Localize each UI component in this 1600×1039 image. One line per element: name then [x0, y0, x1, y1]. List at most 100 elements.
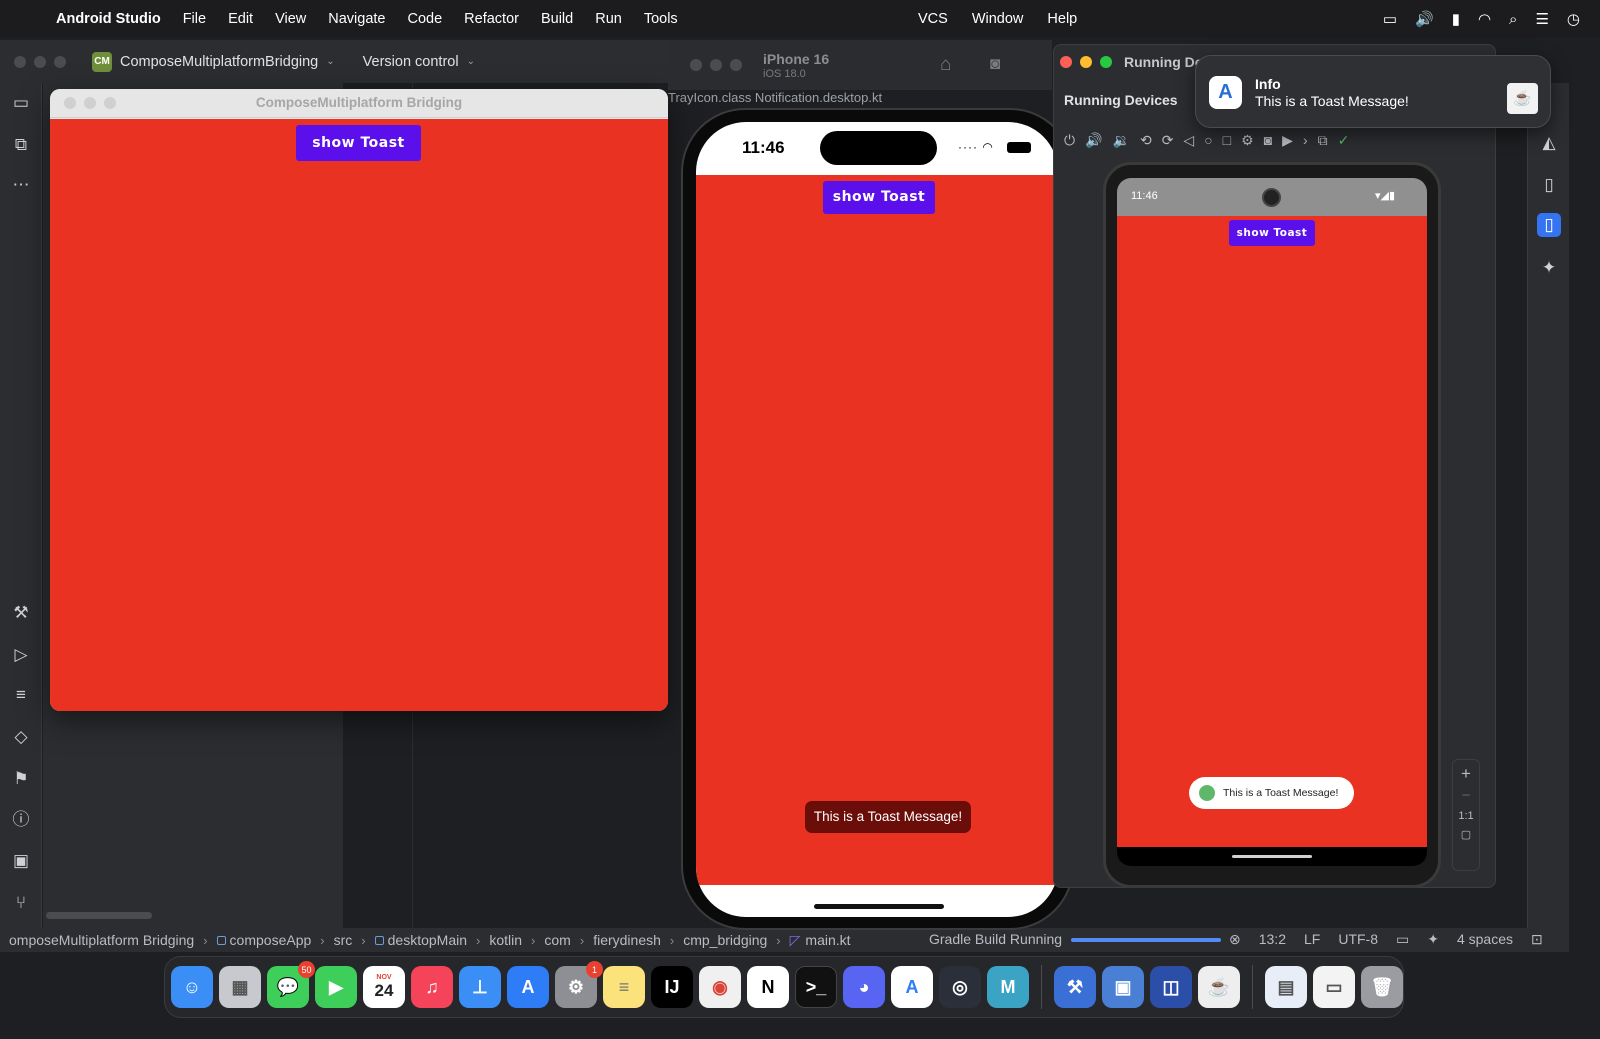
notes-icon[interactable]: ≡	[603, 966, 645, 1008]
breadcrumb-subpackage[interactable]: cmp_bridging	[683, 932, 767, 948]
breadcrumb-src[interactable]: src	[334, 932, 353, 948]
menu-code[interactable]: Code	[407, 11, 442, 27]
running-devices-icon[interactable]: ▯	[1537, 213, 1561, 237]
messages-icon[interactable]: 💬 50	[267, 961, 315, 1008]
breadcrumb-file[interactable]: ◸ main.kt	[790, 932, 851, 949]
battery-icon[interactable]: ▮	[1452, 10, 1460, 28]
menu-navigate[interactable]: Navigate	[328, 11, 385, 27]
overview-icon[interactable]: □	[1223, 132, 1231, 148]
notion-icon[interactable]: N	[747, 966, 789, 1008]
chrome-icon[interactable]: ◉	[699, 966, 741, 1008]
keynote-icon[interactable]: ⊥	[459, 966, 501, 1008]
wifi-icon[interactable]: ◠	[1478, 10, 1491, 28]
ai-assist-icon[interactable]: ✦	[1427, 931, 1439, 948]
device-settings-icon[interactable]: ⚙	[1241, 132, 1254, 149]
system-notification[interactable]: A Info This is a Toast Message! ☕	[1195, 55, 1551, 128]
documents-folder-icon[interactable]: ▤	[1265, 966, 1307, 1008]
rotate-left-icon[interactable]: ⟲	[1140, 132, 1152, 149]
music-icon[interactable]: ♫	[411, 966, 453, 1008]
simulator-icon[interactable]: ▣	[1102, 966, 1144, 1008]
home-indicator[interactable]	[814, 904, 944, 909]
zoom-in-icon[interactable]: +	[1453, 764, 1479, 784]
menu-edit[interactable]: Edit	[228, 11, 253, 27]
screenshot-camera-icon[interactable]: ◙	[990, 54, 1000, 74]
chevron-down-icon[interactable]: ⌄	[326, 56, 334, 67]
menu-view[interactable]: View	[275, 11, 306, 27]
line-ending[interactable]: LF	[1304, 931, 1320, 948]
mweb-icon[interactable]: M	[987, 966, 1029, 1008]
preview-icon[interactable]: ◫	[1150, 966, 1192, 1008]
cancel-build-icon[interactable]: ⊗	[1229, 931, 1241, 948]
screen-record-icon[interactable]: ▶	[1282, 132, 1293, 149]
indent-setting[interactable]: 4 spaces	[1457, 931, 1513, 948]
zoom-out-icon[interactable]: −	[1453, 787, 1479, 804]
breadcrumb-project[interactable]: omposeMultiplatform Bridging	[9, 932, 194, 948]
reader-mode-icon[interactable]: ▭	[1396, 931, 1409, 948]
run-icon[interactable]: ▷	[9, 643, 33, 667]
back-icon[interactable]: ◁	[1183, 132, 1194, 149]
menu-app-name[interactable]: Android Studio	[56, 11, 161, 27]
menu-help[interactable]: Help	[1047, 11, 1077, 27]
running-devices-tab[interactable]: Running Devices	[1064, 92, 1178, 108]
show-toast-button[interactable]: show Toast	[296, 125, 421, 161]
power-icon[interactable]: ⏻	[1064, 132, 1075, 149]
breadcrumb-com[interactable]: com	[544, 932, 570, 948]
terminal-icon[interactable]: ▣	[9, 849, 33, 873]
menu-build[interactable]: Build	[541, 11, 573, 27]
chrome-window-icon[interactable]: ▭	[1313, 966, 1355, 1008]
menu-vcs[interactable]: VCS	[918, 11, 948, 27]
home-icon[interactable]: ○	[1204, 132, 1212, 148]
desktop-window-titlebar[interactable]: ComposeMultiplatform Bridging	[50, 89, 668, 118]
git-icon[interactable]: ⑂	[9, 891, 33, 915]
build-icon[interactable]: ⚒	[9, 601, 33, 625]
problems-icon[interactable]: ⓘ	[9, 808, 33, 832]
spotlight-search-icon[interactable]: ⌕	[1509, 11, 1517, 28]
gradle-icon[interactable]: ◭	[1537, 131, 1561, 155]
app-inspection-icon[interactable]: ⚑	[9, 767, 33, 791]
system-settings-icon[interactable]: ⚙ 1	[555, 961, 603, 1008]
xcode-icon[interactable]: ⚒	[1054, 966, 1096, 1008]
logcat-icon[interactable]: ≡	[9, 683, 33, 707]
xcode-instruments-icon[interactable]: A	[891, 966, 933, 1008]
gesture-bar[interactable]	[1232, 855, 1312, 858]
menu-file[interactable]: File	[183, 11, 206, 27]
structure-icon[interactable]: ⧉	[9, 133, 33, 157]
show-toast-button[interactable]: show Toast	[823, 181, 935, 214]
checkmark-icon[interactable]: ✓	[1338, 132, 1350, 149]
device-manager-icon[interactable]: ▯	[1537, 173, 1561, 197]
breadcrumb-package[interactable]: fierydinesh	[593, 932, 661, 948]
mirror-icon[interactable]: ⧉	[1318, 132, 1328, 149]
calendar-icon[interactable]: NOV 24	[363, 966, 405, 1008]
launchpad-icon[interactable]: ▦	[219, 966, 261, 1008]
gemini-icon[interactable]: ✦	[1537, 256, 1561, 280]
menu-refactor[interactable]: Refactor	[464, 11, 519, 27]
display-icon[interactable]: ▭	[1383, 10, 1397, 28]
simulator-window-controls[interactable]	[690, 59, 742, 71]
breadcrumb-kotlin[interactable]: kotlin	[489, 932, 522, 948]
running-devices-window-controls[interactable]	[1060, 56, 1112, 68]
zoom-fit-icon[interactable]: ▢	[1453, 828, 1479, 841]
home-icon[interactable]: ⌂	[940, 54, 951, 76]
show-toast-button[interactable]: show Toast	[1229, 220, 1315, 246]
finder-icon[interactable]: ☺	[171, 966, 213, 1008]
simulator-titlebar[interactable]: iPhone 16 iOS 18.0 ⌂ ◙	[668, 40, 1052, 90]
file-encoding[interactable]: UTF-8	[1338, 931, 1378, 948]
menu-tools[interactable]: Tools	[644, 11, 678, 27]
lock-icon[interactable]: ⊡	[1531, 931, 1543, 948]
cursor-position[interactable]: 13:2	[1259, 931, 1286, 948]
version-control-menu[interactable]: Version control	[363, 54, 459, 70]
terminal-icon[interactable]: >_	[795, 966, 837, 1008]
project-selector[interactable]: ComposeMultiplatformBridging	[120, 54, 318, 70]
breadcrumb-sourceset[interactable]: desktopMain	[374, 932, 467, 948]
volume-down-icon[interactable]: 🔉	[1113, 132, 1130, 149]
horizontal-scrollbar[interactable]	[46, 912, 152, 919]
more-icon[interactable]: ›	[1303, 132, 1308, 148]
intellij-icon[interactable]: IJ	[651, 966, 693, 1008]
zoom-actual-size[interactable]: 1:1	[1453, 810, 1479, 822]
java-app-icon[interactable]: ☕	[1198, 966, 1240, 1008]
screenshot-icon[interactable]: ◙	[1264, 132, 1272, 148]
volume-icon[interactable]: 🔊	[1415, 10, 1434, 28]
clock-icon[interactable]: ◷	[1567, 10, 1580, 28]
rotate-right-icon[interactable]: ⟳	[1162, 132, 1174, 149]
trash-icon[interactable]: 🗑	[1361, 966, 1403, 1008]
